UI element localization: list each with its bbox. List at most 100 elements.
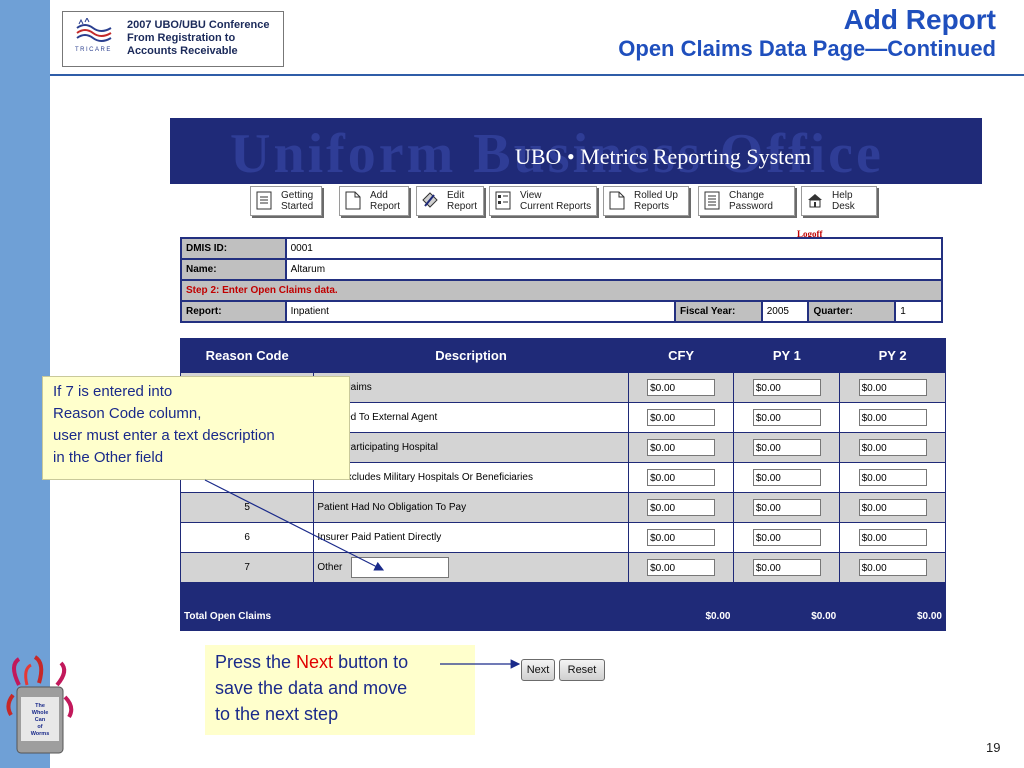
header-divider xyxy=(50,74,1024,76)
py2-input[interactable]: $0.00 xyxy=(858,529,927,546)
reset-button[interactable]: Reset xyxy=(559,659,605,681)
table-row: 7 Other $0.00 $0.00 $0.00 xyxy=(179,552,946,583)
report-value: Inpatient xyxy=(284,300,676,323)
conference-line-2: From Registration to xyxy=(127,32,236,44)
fiscal-year-label: Fiscal Year: xyxy=(673,300,763,323)
cfy-input[interactable]: $0.00 xyxy=(647,439,716,456)
reason-code-cell: 7 xyxy=(179,552,315,583)
reason-code-callout: If 7 is entered into Reason Code column,… xyxy=(42,376,350,480)
next-button-callout: Press the Next button to save the data a… xyxy=(205,645,475,735)
py1-input[interactable]: $0.00 xyxy=(752,409,821,426)
nav-label: Change Password xyxy=(729,190,773,212)
nav-help-desk-button[interactable]: Help Desk xyxy=(801,186,877,216)
cfy-input[interactable]: $0.00 xyxy=(647,559,716,576)
nav-view-reports-button[interactable]: View Current Reports xyxy=(489,186,597,216)
system-name: UBO • Metrics Reporting System xyxy=(515,144,812,169)
cfy-input[interactable]: $0.00 xyxy=(647,469,716,486)
slide-title-sub: Open Claims Data Page—Continued xyxy=(618,36,996,61)
reason-code-cell: 6 xyxy=(179,522,315,553)
report-label: Report: xyxy=(180,300,287,323)
nav-add-report-button[interactable]: Add Report xyxy=(339,186,409,216)
table-row: 6 Insurer Paid Patient Directly $0.00 $0… xyxy=(179,522,946,553)
header-reason-code: Reason Code xyxy=(205,347,289,363)
table-row: 5 Patient Had No Obligation To Pay $0.00… xyxy=(179,492,946,523)
conference-title: 2007 UBO/UBU Conference From Registratio… xyxy=(127,19,269,58)
py2-input[interactable]: $0.00 xyxy=(858,439,927,456)
nav-getting-started-button[interactable]: Getting Started xyxy=(250,186,322,216)
cfy-input[interactable]: $0.00 xyxy=(647,409,716,426)
other-label: Other xyxy=(317,562,343,574)
description-cell: Referred To External Agent xyxy=(313,402,629,433)
callout-line: in the Other field xyxy=(53,449,164,466)
callout-highlight: Next xyxy=(296,652,334,672)
claims-header-row: Reason Code Description CFY PY 1 PY 2 xyxy=(181,338,946,373)
total-cfy: $0.00 xyxy=(627,601,735,631)
callout-line: If 7 is entered into xyxy=(53,383,173,400)
slide-title-main: Add Report xyxy=(843,4,996,35)
py1-input[interactable]: $0.00 xyxy=(752,559,821,576)
other-description-input[interactable] xyxy=(351,557,450,578)
worm-can-mascot: The Whole Can of Worms xyxy=(6,655,74,754)
cfy-input[interactable]: $0.00 xyxy=(647,499,716,516)
slide-title: Add Report Open Claims Data Page—Continu… xyxy=(618,4,996,62)
header-py2: PY 2 xyxy=(878,347,907,363)
tricare-flag-logo: TRICARE xyxy=(75,18,112,53)
nav-label: View Current Reports xyxy=(520,190,592,212)
py2-input[interactable]: $0.00 xyxy=(858,499,927,516)
nav-rolled-up-reports-button[interactable]: Rolled Up Reports xyxy=(603,186,689,216)
callout-text: button to xyxy=(333,652,409,672)
password-icon xyxy=(704,191,720,210)
conference-line-3: Accounts Receivable xyxy=(127,45,238,57)
page-number: 19 xyxy=(986,740,1001,755)
header-cfy: CFY xyxy=(668,347,695,363)
total-py1: $0.00 xyxy=(733,601,841,631)
py1-input[interactable]: $0.00 xyxy=(752,379,821,396)
view-reports-icon xyxy=(495,191,511,210)
conference-line-1: 2007 UBO/UBU Conference xyxy=(127,19,270,31)
tricare-wordmark: TRICARE xyxy=(75,47,112,53)
svg-text:The: The xyxy=(35,703,45,709)
description-cell: Other xyxy=(313,552,629,583)
report-info-table: DMIS ID: 0001 Name: Altarum Step 2: Ente… xyxy=(180,237,944,323)
next-button[interactable]: Next xyxy=(521,659,555,681)
py2-input[interactable]: $0.00 xyxy=(858,559,927,576)
step-instruction: Step 2: Enter Open Claims data. xyxy=(180,279,943,302)
total-py2: $0.00 xyxy=(839,601,946,631)
rolled-up-icon xyxy=(609,191,625,210)
nav-label: Getting Started xyxy=(281,190,314,212)
nav-change-password-button[interactable]: Change Password xyxy=(698,186,795,216)
py1-input[interactable]: $0.00 xyxy=(752,439,821,456)
svg-text:Whole: Whole xyxy=(32,710,49,716)
header-py1: PY 1 xyxy=(772,347,801,363)
py2-input[interactable]: $0.00 xyxy=(858,409,927,426)
table-spacer xyxy=(180,582,946,602)
description-cell: Total Claims xyxy=(313,372,629,403)
quarter-label: Quarter: xyxy=(807,300,897,323)
py1-input[interactable]: $0.00 xyxy=(752,529,821,546)
py2-input[interactable]: $0.00 xyxy=(858,379,927,396)
nav-edit-report-button[interactable]: Edit Report xyxy=(416,186,484,216)
cfy-input[interactable]: $0.00 xyxy=(647,529,716,546)
header-description: Description xyxy=(435,347,507,363)
cfy-input[interactable]: $0.00 xyxy=(647,379,716,396)
nav-label: Edit Report xyxy=(447,190,478,212)
py1-input[interactable]: $0.00 xyxy=(752,469,821,486)
nav-label: Help Desk xyxy=(832,190,855,212)
nav-label: Add Report xyxy=(370,190,401,212)
dmis-value: 0001 xyxy=(284,237,944,260)
py2-input[interactable]: $0.00 xyxy=(858,469,927,486)
callout-text: Press the xyxy=(215,652,297,672)
description-cell: Plan Excludes Military Hospitals Or Bene… xyxy=(313,462,629,493)
svg-text:of: of xyxy=(37,724,42,730)
callout-line: user must enter a text description xyxy=(53,427,275,444)
description-cell: Patient Had No Obligation To Pay xyxy=(313,492,629,523)
quarter-value: 1 xyxy=(894,300,943,323)
reason-code-cell: 5 xyxy=(179,492,315,523)
py1-input[interactable]: $0.00 xyxy=(752,499,821,516)
dmis-label: DMIS ID: xyxy=(180,237,287,260)
total-label: Total Open Claims xyxy=(180,601,629,631)
edit-icon xyxy=(422,192,438,208)
ubo-banner: Uniform Business Office UBO • Metrics Re… xyxy=(170,118,982,184)
name-value: Altarum xyxy=(284,258,944,281)
callout-line: save the data and move xyxy=(215,678,408,698)
